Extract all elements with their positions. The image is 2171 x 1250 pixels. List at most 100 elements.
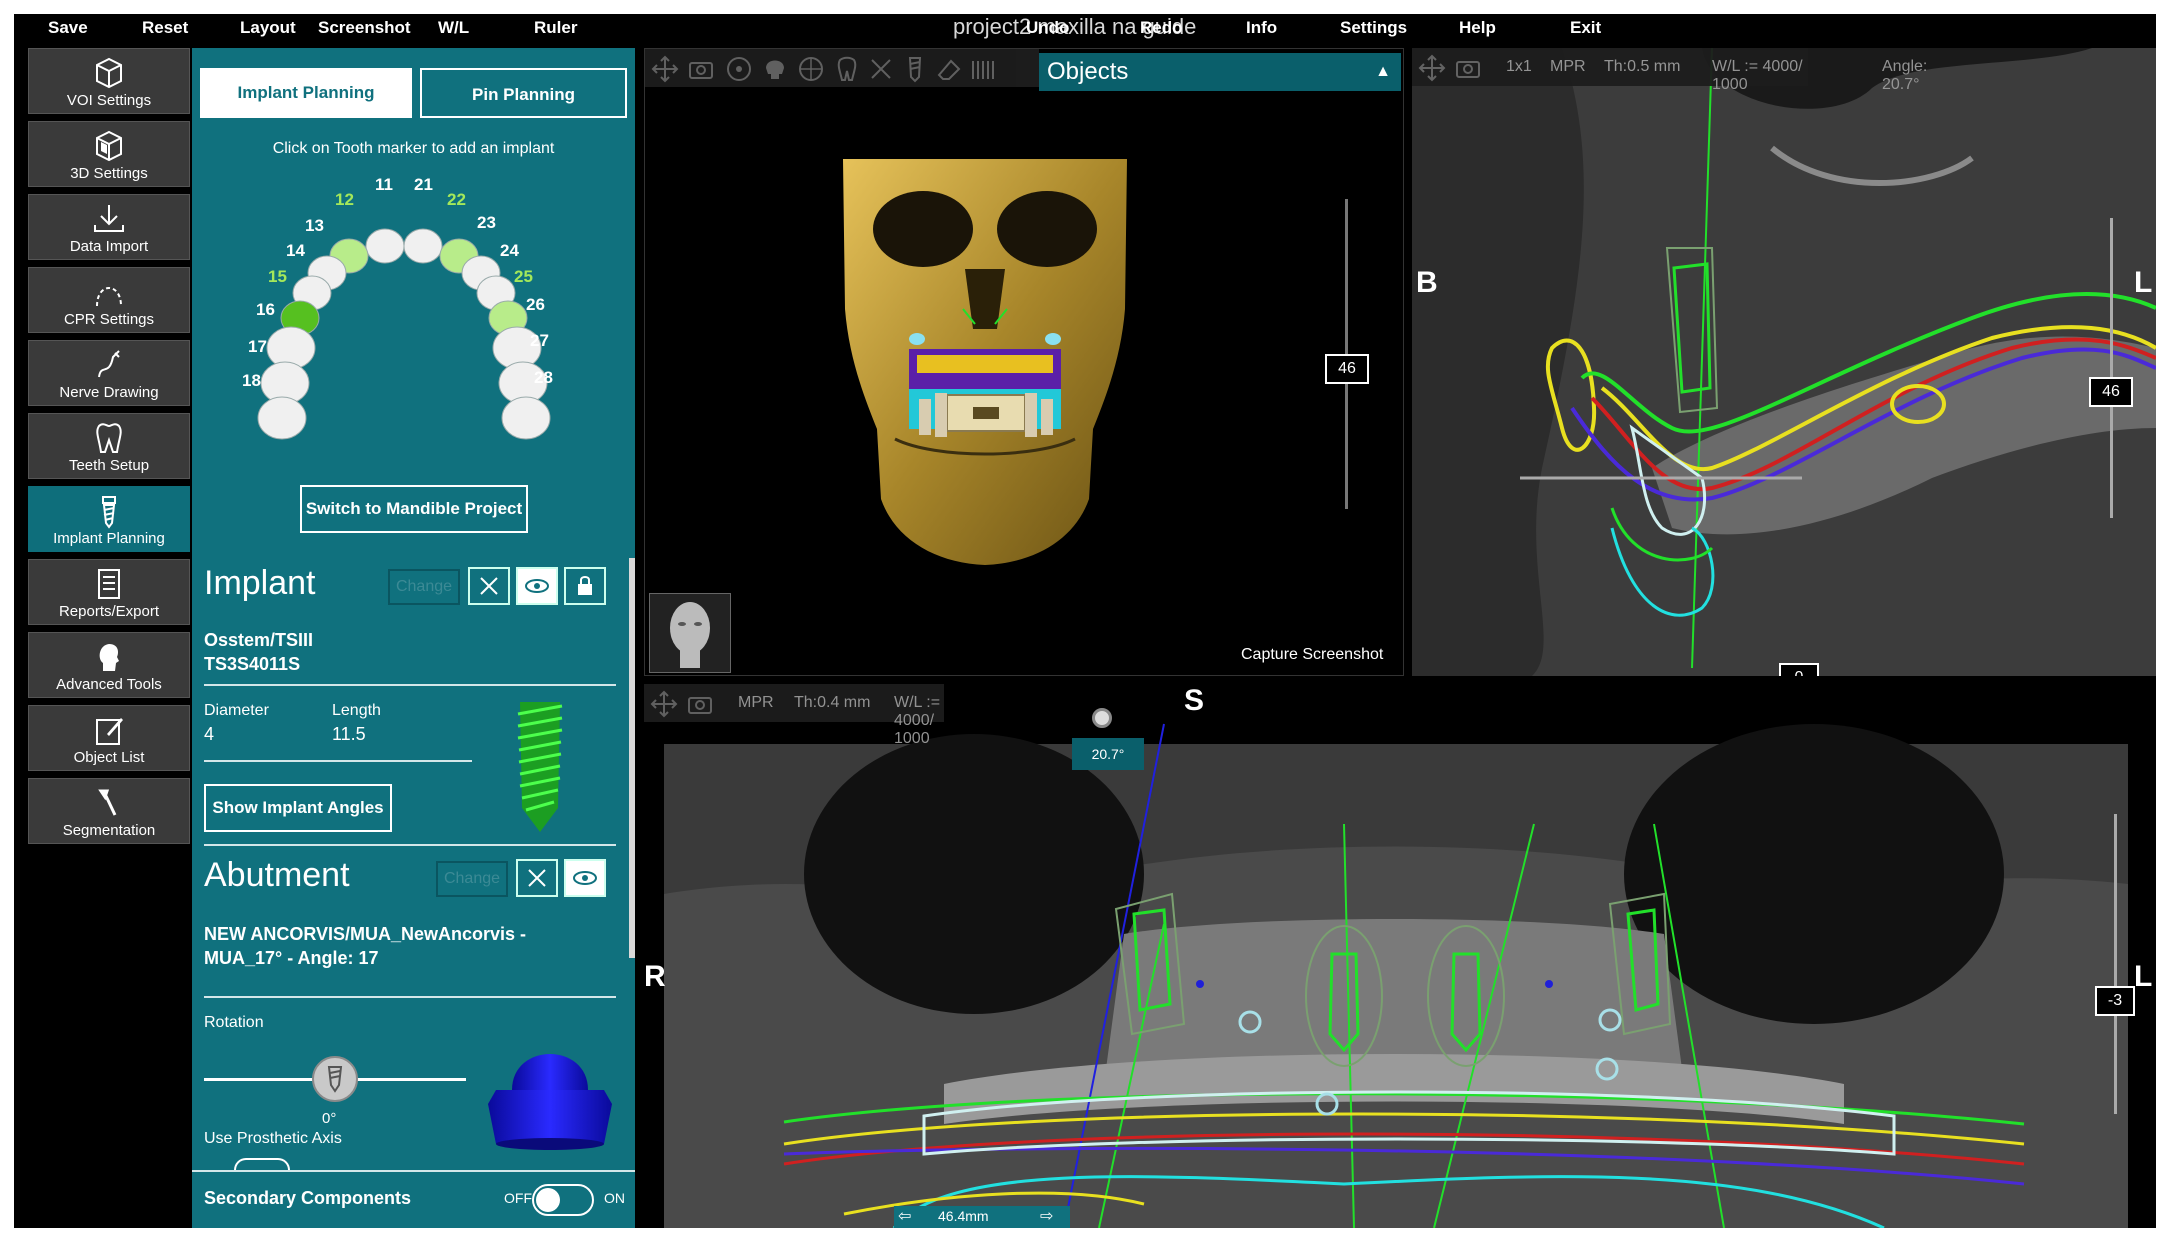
chevron-left-icon[interactable]: ⇦: [898, 1206, 911, 1226]
thickness-label: Th:0.4 mm: [794, 694, 871, 711]
horizontal-slider-value[interactable]: 0: [1779, 663, 1819, 676]
implant-visibility-button[interactable]: [516, 567, 558, 605]
layout-indicator[interactable]: 1x1: [1506, 58, 1532, 76]
sidebar-item-nerve-drawing[interactable]: Nerve Drawing: [28, 340, 190, 406]
abutment-change-button[interactable]: Change: [436, 861, 508, 897]
tooth-marker-21[interactable]: [403, 228, 443, 264]
viewport-3d[interactable]: Objects ▲ 46 Capture Screenshot: [644, 48, 1404, 676]
menu-settings[interactable]: Settings: [1340, 18, 1407, 38]
menu-redo[interactable]: Redo: [1140, 18, 1183, 38]
panorama-icon[interactable]: [969, 55, 997, 83]
viewport-panoramic[interactable]: MPR Th:0.4 mm W/L := 4000/ 1000 S R L 20…: [644, 684, 2156, 1228]
radiation-icon[interactable]: [725, 55, 753, 83]
menu-layout[interactable]: Layout: [240, 18, 296, 38]
sidebar-item-teeth-setup[interactable]: Teeth Setup: [28, 413, 190, 479]
sidebar-item-implant-planning[interactable]: Implant Planning: [28, 486, 190, 552]
menu-info[interactable]: Info: [1246, 18, 1277, 38]
tooth-marker-18[interactable]: [257, 396, 307, 440]
objects-dropdown[interactable]: Objects ▲: [1039, 53, 1401, 91]
slice-slider-track[interactable]: [2110, 218, 2113, 518]
menu-ruler[interactable]: Ruler: [534, 18, 577, 38]
slice-value-box[interactable]: 46: [2089, 377, 2133, 407]
abutment-visibility-button[interactable]: [564, 859, 606, 897]
thickness-label: Th:0.5 mm: [1604, 58, 1681, 75]
abutment-delete-button[interactable]: [516, 859, 558, 897]
pan-move-icon[interactable]: [1418, 54, 1446, 82]
tooth-number-label: 21: [414, 175, 433, 194]
slice-value-box[interactable]: 46: [1325, 354, 1369, 384]
sidebar-item-reports-export[interactable]: Reports/Export: [28, 559, 190, 625]
sidebar-item-data-import[interactable]: Data Import: [28, 194, 190, 260]
switch-mandible-button[interactable]: Switch to Mandible Project: [300, 485, 528, 533]
skull-icon[interactable]: [761, 55, 789, 83]
menu-wl[interactable]: W/L: [438, 18, 469, 38]
tooth-marker-11[interactable]: [365, 228, 405, 264]
menu-help[interactable]: Help: [1459, 18, 1496, 38]
sidebar-item-segmentation[interactable]: Segmentation: [28, 778, 190, 844]
tooth-marker-28[interactable]: [501, 396, 551, 440]
tooth-number-label: 22: [447, 190, 466, 209]
sidebar-item-3d-settings[interactable]: 3D Settings: [28, 121, 190, 187]
sidebar-item-label: Nerve Drawing: [59, 384, 159, 401]
close-icon[interactable]: [867, 55, 895, 83]
divider: [204, 684, 616, 686]
secondary-components-toggle[interactable]: [532, 1184, 594, 1216]
menu-save[interactable]: Save: [48, 18, 88, 38]
close-icon: [528, 869, 546, 887]
sidebar-item-advanced-tools[interactable]: Advanced Tools: [28, 632, 190, 698]
implant-delete-button[interactable]: [468, 567, 510, 605]
tooth-number-label: 26: [526, 295, 545, 314]
lock-icon: [578, 576, 592, 595]
tooth-number-label: 11: [375, 175, 393, 194]
implant-icon: [327, 1066, 343, 1093]
measure-scrollbar[interactable]: ⇦ 46.4mm ⇨: [894, 1206, 1070, 1228]
tab-implant-planning[interactable]: Implant Planning: [200, 68, 412, 118]
measure-value: 46.4mm: [938, 1208, 989, 1224]
angle-marker-handle[interactable]: [1092, 708, 1112, 728]
chevron-right-icon[interactable]: ⇨: [1040, 1206, 1053, 1226]
pan-move-icon[interactable]: [651, 55, 679, 83]
camera-icon[interactable]: [1454, 54, 1482, 82]
implant-change-button[interactable]: Change: [388, 569, 460, 605]
tooth-number-label: 24: [500, 241, 519, 260]
tooth-number-label: 18: [242, 371, 261, 390]
skull-3d-render: [843, 159, 1127, 565]
viewport-toolbar: [645, 49, 1039, 87]
diameter-label: Diameter: [204, 702, 269, 719]
orientation-head-thumbnail[interactable]: [649, 593, 731, 673]
rotation-slider-knob[interactable]: [312, 1056, 358, 1102]
sidebar-item-cpr-settings[interactable]: CPR Settings: [28, 267, 190, 333]
show-implant-angles-button[interactable]: Show Implant Angles: [204, 784, 392, 832]
sidebar-item-object-list[interactable]: Object List: [28, 705, 190, 771]
menu-screenshot[interactable]: Screenshot: [318, 18, 411, 38]
prosthetic-axis-toggle[interactable]: [234, 1158, 290, 1170]
menu-undo[interactable]: Undo: [1026, 18, 1069, 38]
implant-icon[interactable]: [901, 55, 929, 83]
camera-icon[interactable]: [687, 55, 715, 83]
menu-reset[interactable]: Reset: [142, 18, 188, 38]
tooth-number-label: 27: [530, 331, 549, 350]
viewport-cross-section[interactable]: 1x1 MPR Th:0.5 mm W/L := 4000/ 1000 Angl…: [1412, 48, 2156, 676]
window-level-label: W/L := 4000/ 1000: [894, 694, 941, 747]
viewport-toolbar: MPR Th:0.4 mm W/L := 4000/ 1000: [644, 684, 944, 747]
sidebar-item-voi-settings[interactable]: VOI Settings: [28, 48, 190, 114]
camera-icon[interactable]: [686, 690, 714, 718]
orientation-label-right: R: [644, 960, 666, 993]
panel-scrollbar[interactable]: [629, 558, 635, 958]
head-mesh-icon[interactable]: [797, 55, 825, 83]
implant-lock-button[interactable]: [564, 567, 606, 605]
slice-slider-track[interactable]: [2114, 814, 2117, 1114]
pan-move-icon[interactable]: [650, 690, 678, 718]
eraser-icon[interactable]: [935, 55, 963, 83]
tab-pin-planning[interactable]: Pin Planning: [420, 68, 627, 118]
tooth-icon[interactable]: [833, 55, 861, 83]
capture-screenshot-button[interactable]: Capture Screenshot: [1241, 646, 1383, 664]
orientation-label-left: L: [2134, 960, 2153, 993]
menu-exit[interactable]: Exit: [1570, 18, 1601, 38]
view-mode-label: MPR: [738, 694, 774, 711]
tooth-icon: [96, 423, 122, 453]
sidebar-item-label: Implant Planning: [53, 530, 165, 547]
divider: [204, 996, 616, 998]
chevron-up-icon: ▲: [1375, 63, 1391, 80]
slice-value-box[interactable]: -3: [2095, 986, 2135, 1016]
